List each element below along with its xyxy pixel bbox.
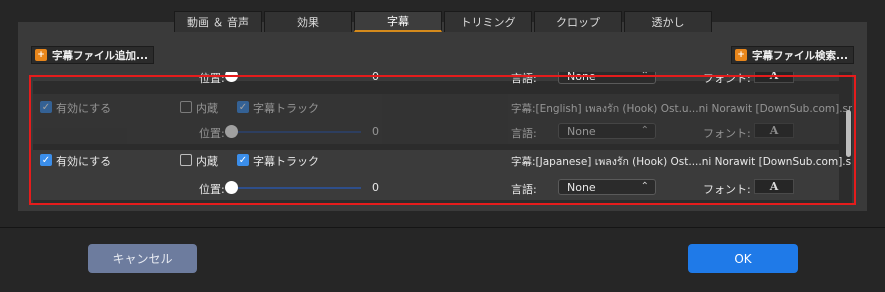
- tab-crop[interactable]: クロップ: [534, 11, 622, 32]
- language-label: 言語:: [511, 183, 537, 196]
- position-slider-knob[interactable]: [225, 72, 238, 82]
- position-slider-track[interactable]: [231, 131, 361, 133]
- font-label: フォント:: [703, 127, 751, 140]
- search-file-icon: +: [735, 49, 747, 61]
- position-slider-knob[interactable]: [225, 181, 238, 194]
- footer-divider: [0, 227, 885, 228]
- chevron-updown-icon: ⌃: [640, 125, 649, 136]
- subtitle-item-english: ✓ 有効にする 内蔵 ✓ 字幕トラック 字幕:[English] เพลงรัก…: [33, 94, 852, 144]
- embedded-checkbox[interactable]: [180, 101, 192, 113]
- position-slider-track[interactable]: [231, 187, 361, 189]
- position-value: 0: [372, 181, 379, 194]
- font-label: フォント:: [703, 183, 751, 196]
- chevron-updown-icon: ⌃: [640, 72, 649, 81]
- list-scrollbar-thumb[interactable]: [846, 110, 851, 157]
- font-label: フォント:: [703, 72, 751, 85]
- language-select-value: None: [567, 72, 596, 83]
- language-label: 言語:: [511, 72, 537, 85]
- position-slider-track[interactable]: [231, 75, 361, 77]
- language-select-value: None: [567, 124, 596, 138]
- language-select[interactable]: None ⌃: [558, 179, 656, 195]
- tab-watermark[interactable]: 透かし: [624, 11, 712, 32]
- font-button[interactable]: A: [754, 123, 794, 138]
- tab-bar: 動画 ＆ 音声 効果 字幕 トリミング クロップ 透かし: [174, 11, 714, 32]
- position-value: 0: [372, 72, 379, 83]
- position-label: 位置:: [199, 72, 225, 85]
- language-select[interactable]: None ⌃: [558, 72, 656, 84]
- add-subtitle-file-label: 字幕ファイル追加...: [52, 49, 148, 62]
- font-button[interactable]: A: [754, 179, 794, 194]
- subtitle-file-name: 字幕:[Japanese] เพลงรัก (Hook) Ost....ni N…: [511, 156, 852, 168]
- subtitle-track-label: 字幕トラック: [253, 155, 319, 168]
- font-button[interactable]: A: [754, 72, 794, 83]
- subtitle-item-partial: 位置: 0 言語: None ⌃ フォント: A: [33, 72, 839, 85]
- add-subtitle-file-button[interactable]: + 字幕ファイル追加...: [31, 46, 154, 64]
- chevron-updown-icon: ⌃: [640, 181, 649, 192]
- tab-video-audio[interactable]: 動画 ＆ 音声: [174, 11, 262, 32]
- search-subtitle-file-button[interactable]: + 字幕ファイル検索...: [731, 46, 854, 64]
- position-value: 0: [372, 125, 379, 138]
- enable-checkbox[interactable]: ✓: [40, 154, 52, 166]
- position-label: 位置:: [199, 183, 225, 196]
- embedded-checkbox[interactable]: [180, 154, 192, 166]
- tab-subtitles[interactable]: 字幕: [354, 11, 442, 32]
- subtitle-file-name: 字幕:[English] เพลงรัก (Hook) Ost.u...ni N…: [511, 103, 852, 115]
- subtitle-track-label: 字幕トラック: [253, 102, 319, 115]
- tab-trimming[interactable]: トリミング: [444, 11, 532, 32]
- embedded-label: 内蔵: [196, 155, 218, 168]
- tab-effects[interactable]: 効果: [264, 11, 352, 32]
- language-select-value: None: [567, 180, 596, 194]
- search-subtitle-file-label: 字幕ファイル検索...: [752, 49, 848, 62]
- subtitle-list: 位置: 0 言語: None ⌃ フォント: A ✓ 有効にする 内蔵 ✓ 字幕…: [33, 72, 852, 203]
- ok-button[interactable]: OK: [688, 244, 798, 273]
- enable-checkbox[interactable]: ✓: [40, 101, 52, 113]
- position-slider-knob[interactable]: [225, 125, 238, 138]
- position-label: 位置:: [199, 127, 225, 140]
- add-file-icon: +: [35, 49, 47, 61]
- subtitle-track-checkbox[interactable]: ✓: [237, 154, 249, 166]
- subtitle-item-japanese: ✓ 有効にする 内蔵 ✓ 字幕トラック 字幕:[Japanese] เพลงรั…: [33, 150, 852, 200]
- subtitle-track-checkbox[interactable]: ✓: [237, 101, 249, 113]
- enable-label: 有効にする: [56, 155, 112, 168]
- cancel-button[interactable]: キャンセル: [88, 244, 197, 273]
- language-label: 言語:: [511, 127, 537, 140]
- embedded-label: 内蔵: [196, 102, 218, 115]
- enable-label: 有効にする: [56, 102, 112, 115]
- language-select[interactable]: None ⌃: [558, 123, 656, 139]
